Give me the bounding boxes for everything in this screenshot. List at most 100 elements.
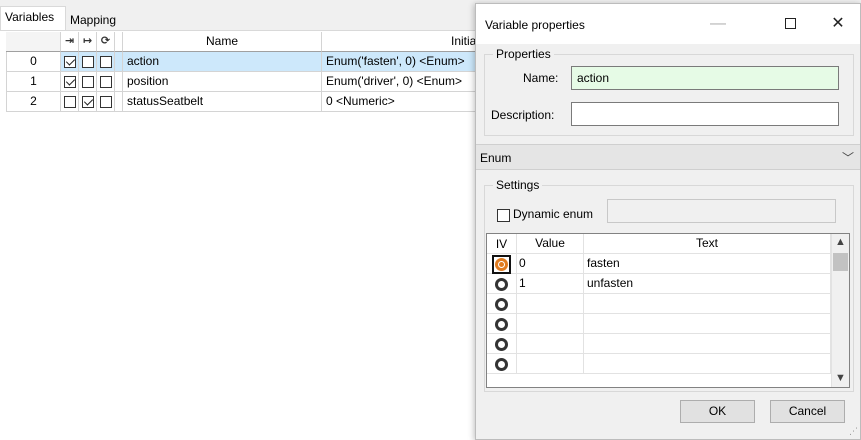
maximize-icon <box>784 18 796 30</box>
table-row[interactable]: 0 action Enum('fasten', 0) <Enum> <box>6 52 482 72</box>
maximize-button[interactable] <box>768 12 812 36</box>
initial-value-radio[interactable] <box>495 297 508 311</box>
sync-flag-checkbox[interactable] <box>99 55 112 68</box>
variable-name-cell[interactable]: action <box>123 52 322 72</box>
enum-value-cell[interactable]: 1 <box>517 274 584 294</box>
description-field[interactable] <box>571 102 839 126</box>
enum-row[interactable] <box>487 354 831 374</box>
enum-row[interactable] <box>487 294 831 314</box>
type-dropdown-value: Enum <box>480 151 512 165</box>
iv-cell[interactable] <box>487 254 517 274</box>
dynamic-enum-checkbox[interactable] <box>497 209 510 222</box>
grid-header: ⇥ ↦ ⟳ Name Initial <box>6 32 482 52</box>
output-flag-checkbox-cell <box>79 52 97 72</box>
variable-name-cell[interactable]: position <box>123 72 322 92</box>
enum-row[interactable] <box>487 314 831 334</box>
enum-text-cell[interactable] <box>584 314 831 334</box>
row-index[interactable]: 2 <box>6 92 61 112</box>
chevron-down-icon: ﹀ <box>841 151 854 165</box>
enum-row[interactable] <box>487 334 831 354</box>
enum-value-cell[interactable] <box>517 334 584 354</box>
initial-value-radio[interactable] <box>495 317 508 331</box>
resize-grip-icon[interactable]: ⋰ <box>849 426 858 437</box>
column-header-text: Text <box>584 234 831 254</box>
initial-value-radio[interactable] <box>495 277 508 291</box>
cancel-button[interactable]: Cancel <box>770 400 845 423</box>
enum-text-cell[interactable] <box>584 294 831 314</box>
variable-properties-dialog: Variable properties — ✕ Properties Name:… <box>475 3 861 440</box>
row-spacer <box>115 52 123 72</box>
sync-icon[interactable]: ⟳ <box>97 32 115 52</box>
enum-value-cell[interactable] <box>517 354 584 374</box>
initial-value-cell[interactable]: 0 <Numeric> <box>322 92 482 112</box>
input-flag-checkbox[interactable] <box>63 75 76 88</box>
tab-mapping[interactable]: Mapping <box>66 10 132 32</box>
input-flag-checkbox-cell <box>61 92 79 112</box>
tab-variables[interactable]: Variables <box>0 6 66 30</box>
input-flag-checkbox-cell <box>61 52 79 72</box>
ok-button[interactable]: OK <box>680 400 755 423</box>
output-flag-checkbox[interactable] <box>81 95 94 108</box>
output-flag-checkbox-cell <box>79 72 97 92</box>
enum-values-table: IV Value Text 0 fasten 1 unfasten ▲ ▼ <box>486 233 850 388</box>
dynamic-enum-field <box>607 199 836 223</box>
name-label: Name: <box>523 71 559 85</box>
variable-name-cell[interactable]: statusSeatbelt <box>123 92 322 112</box>
radio-focus-frame <box>492 254 511 274</box>
scrollbar-thumb[interactable] <box>833 253 848 271</box>
column-header-name[interactable]: Name <box>123 32 322 52</box>
initial-value-radio[interactable] <box>495 257 508 271</box>
table-row[interactable]: 1 position Enum('driver', 0) <Enum> <box>6 72 482 92</box>
sync-flag-checkbox[interactable] <box>99 95 112 108</box>
enum-text-cell[interactable]: unfasten <box>584 274 831 294</box>
table-row[interactable]: 2 statusSeatbelt 0 <Numeric> <box>6 92 482 112</box>
iv-cell[interactable] <box>487 334 517 354</box>
input-flag-checkbox[interactable] <box>63 95 76 108</box>
enum-value-cell[interactable] <box>517 294 584 314</box>
enum-text-cell[interactable] <box>584 354 831 374</box>
scroll-down-icon[interactable]: ▼ <box>832 370 849 387</box>
column-header-iv: IV <box>487 234 517 254</box>
description-label: Description: <box>491 108 555 122</box>
type-dropdown[interactable]: Enum ﹀ <box>476 144 860 170</box>
output-flag-checkbox[interactable] <box>81 55 94 68</box>
iv-cell[interactable] <box>487 294 517 314</box>
input-arrow-icon[interactable]: ⇥ <box>61 32 79 52</box>
sync-flag-checkbox-cell <box>97 72 115 92</box>
enum-text-cell[interactable] <box>584 334 831 354</box>
row-index[interactable]: 1 <box>6 72 61 92</box>
column-header-value: Value <box>517 234 584 254</box>
initial-value-cell[interactable]: Enum('driver', 0) <Enum> <box>322 72 482 92</box>
properties-legend: Properties <box>493 47 554 61</box>
output-flag-checkbox-cell <box>79 92 97 112</box>
row-spacer <box>115 92 123 112</box>
row-index[interactable]: 0 <box>6 52 61 72</box>
enum-row[interactable]: 1 unfasten <box>487 274 831 294</box>
minimize-button[interactable]: — <box>696 12 740 36</box>
dynamic-enum-label: Dynamic enum <box>513 207 594 221</box>
row-header-corner <box>6 32 61 52</box>
close-button[interactable]: ✕ <box>816 12 860 36</box>
output-arrow-icon[interactable]: ↦ <box>79 32 97 52</box>
iv-cell[interactable] <box>487 354 517 374</box>
enum-table-scrollbar[interactable]: ▲ ▼ <box>831 234 849 387</box>
sync-flag-checkbox[interactable] <box>99 75 112 88</box>
initial-value-radio[interactable] <box>495 337 508 351</box>
enum-value-cell[interactable]: 0 <box>517 254 584 274</box>
row-spacer <box>115 72 123 92</box>
name-field[interactable]: action <box>571 66 839 90</box>
dialog-title: Variable properties <box>485 18 585 32</box>
initial-value-radio[interactable] <box>495 357 508 371</box>
dialog-titlebar[interactable]: Variable properties — ✕ <box>476 4 860 44</box>
enum-table-header: IV Value Text <box>487 234 831 254</box>
enum-row[interactable]: 0 fasten <box>487 254 831 274</box>
scroll-up-icon[interactable]: ▲ <box>832 234 849 251</box>
output-flag-checkbox[interactable] <box>81 75 94 88</box>
column-header-initial[interactable]: Initial <box>322 32 482 52</box>
input-flag-checkbox[interactable] <box>63 55 76 68</box>
enum-value-cell[interactable] <box>517 314 584 334</box>
initial-value-cell[interactable]: Enum('fasten', 0) <Enum> <box>322 52 482 72</box>
iv-cell[interactable] <box>487 274 517 294</box>
enum-text-cell[interactable]: fasten <box>584 254 831 274</box>
iv-cell[interactable] <box>487 314 517 334</box>
